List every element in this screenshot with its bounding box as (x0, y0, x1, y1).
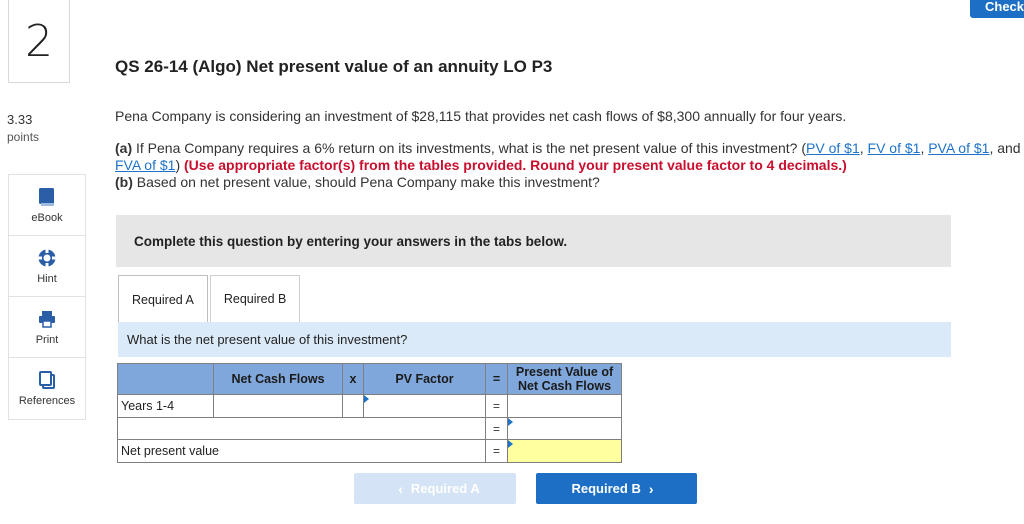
input-flag-icon (508, 440, 513, 448)
equals-sign: = (485, 439, 508, 463)
problem-statement: Pena Company is considering an investmen… (115, 108, 1024, 191)
sidebar-item-label: Hint (37, 272, 57, 285)
sidebar-item-hint[interactable]: Hint (9, 236, 85, 297)
link-fv-of-1[interactable]: FV of $1 (868, 140, 921, 156)
prev-button-label: Required A (410, 481, 480, 496)
net-cash-flows-input[interactable] (213, 394, 343, 418)
input-flag-icon (508, 418, 513, 426)
tab-required-b[interactable]: Required B (209, 275, 301, 322)
check-button[interactable]: Check (970, 0, 1024, 18)
page-title: QS 26-14 (Algo) Net present value of an … (115, 57, 553, 76)
equals-sign: = (485, 394, 508, 418)
header-net-cash-flows: Net Cash Flows (213, 363, 343, 395)
row-label-years: Years 1-4 (117, 394, 214, 418)
header-present-value: Present Value of Net Cash Flows (507, 363, 622, 395)
points-label: points (7, 130, 40, 144)
next-button-label: Required B (571, 481, 641, 496)
link-fva-of-1[interactable]: FVA of $1 (115, 157, 175, 173)
link-separator: , and (989, 140, 1021, 156)
equals-sign: = (485, 417, 508, 440)
row-description-input[interactable] (117, 417, 486, 440)
link-pv-of-1[interactable]: PV of $1 (806, 140, 860, 156)
header-blank (117, 363, 214, 395)
header-equals: = (485, 363, 508, 395)
row-label-net-present-value: Net present value (117, 439, 486, 463)
sidebar-item-references[interactable]: References (9, 358, 85, 419)
prev-required-a-button[interactable]: ‹ Required A (354, 473, 516, 504)
part-b-text: Based on net present value, should Pena … (132, 174, 600, 190)
chevron-right-icon: › (648, 480, 654, 497)
book-icon (37, 187, 57, 207)
points-value: 3.33 (7, 112, 33, 127)
subquestion-bar: What is the net present value of this in… (118, 322, 951, 357)
answer-tabs: Required A Required B (118, 275, 302, 323)
part-a-label: (a) (115, 140, 133, 156)
sidebar-item-label: References (18, 395, 76, 407)
chevron-left-icon: ‹ (398, 480, 403, 497)
problem-part-b: (b) Based on net present value, should P… (115, 174, 1024, 191)
input-flag-icon (364, 395, 369, 403)
times-spacer (342, 394, 364, 418)
lifebuoy-icon (37, 248, 57, 268)
link-separator: , (859, 140, 868, 156)
part-a-text: If Pena Company requires a 6% return on … (132, 140, 807, 156)
sidebar-item-ebook[interactable]: eBook (9, 175, 85, 236)
part-b-label: (b) (115, 174, 133, 190)
instruction-banner: Complete this question by entering your … (116, 215, 951, 267)
tab-required-a[interactable]: Required A (118, 275, 208, 323)
header-pv-factor: PV Factor (363, 363, 486, 395)
problem-part-a: (a) If Pena Company requires a 6% return… (115, 140, 1024, 174)
rounding-instructions: (Use appropriate factor(s) from the tabl… (180, 157, 847, 173)
sidebar-item-label: Print (35, 333, 59, 346)
sidebar-item-label: eBook (31, 211, 63, 224)
link-pva-of-1[interactable]: PVA of $1 (928, 140, 989, 156)
sidebar-tools: eBook Hint Print References (8, 174, 86, 420)
next-required-b-button[interactable]: Required B › (536, 473, 697, 504)
net-present-value-input[interactable] (507, 439, 622, 463)
header-times: x (342, 363, 364, 395)
present-value-cell (507, 394, 622, 418)
sidebar-item-print[interactable]: Print (9, 297, 85, 358)
question-number: 2 (25, 15, 53, 67)
printer-icon (37, 309, 57, 329)
problem-intro: Pena Company is considering an investmen… (115, 108, 847, 124)
question-number-box: 2 (8, 0, 70, 83)
copy-icon (37, 370, 57, 390)
pv-factor-input[interactable] (363, 394, 486, 418)
amount-input[interactable] (507, 417, 622, 440)
